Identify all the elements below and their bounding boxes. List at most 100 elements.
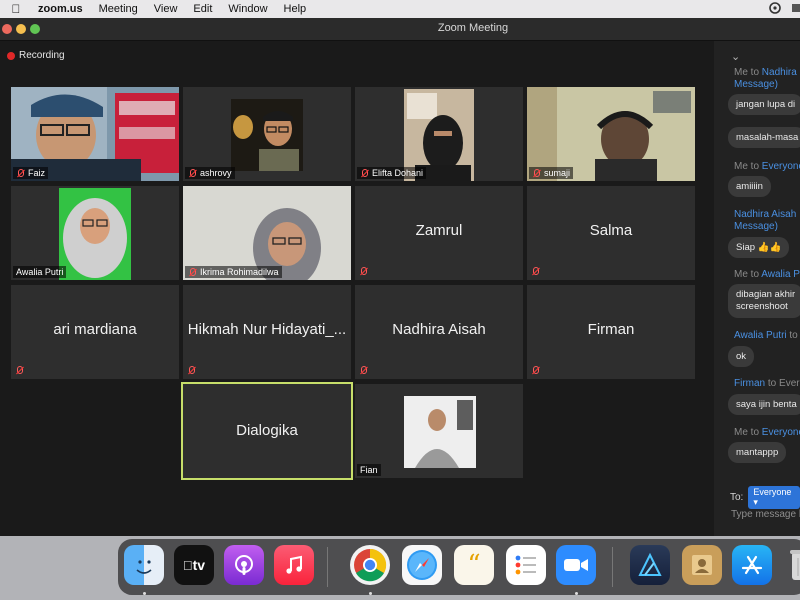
trash-icon[interactable] <box>782 545 800 585</box>
participant-name: Faiz <box>28 168 46 178</box>
participant-tile-hikmah-nur-hidayati[interactable]: Hikmah Nur Hidayati_... <box>183 285 351 379</box>
reminders-icon[interactable] <box>506 545 546 585</box>
participant-name: Fian <box>360 465 378 475</box>
muted-mic-icon <box>188 267 197 277</box>
recording-label: Recording <box>19 50 65 61</box>
participant-tile-fian[interactable]: Fian <box>355 384 523 478</box>
zoom-icon[interactable] <box>556 545 596 585</box>
music-icon[interactable] <box>274 545 314 585</box>
menu-app-name[interactable]: zoom.us <box>38 3 83 15</box>
participant-name: Ikrima Rohimadilwa <box>200 267 279 277</box>
chat-message-meta: Nadhira Aisah <box>734 209 797 220</box>
participant-name: ari mardiana <box>53 321 137 338</box>
menu-view[interactable]: View <box>154 3 178 15</box>
participant-name-label: Elifta Dohani <box>357 167 427 179</box>
running-indicator <box>369 592 372 595</box>
chat-recipient-dropdown[interactable]: Everyone ▾ <box>748 486 800 509</box>
chrome-icon[interactable] <box>350 545 390 585</box>
chat-message-meta: Me to Nadhira <box>734 67 797 78</box>
participant-name-label: Awalia Putri <box>13 266 67 278</box>
menu-help[interactable]: Help <box>284 3 307 15</box>
chat-message-bubble: mantappp <box>728 442 787 463</box>
participant-name: Hikmah Nur Hidayati_... <box>187 321 347 338</box>
participant-name-label: Fian <box>357 464 381 476</box>
participant-name: sumaji <box>544 168 571 178</box>
chat-recipient-row: To: Everyone ▾ <box>730 486 800 509</box>
participant-name: Firman <box>587 321 635 338</box>
running-indicator <box>575 592 578 595</box>
participant-tile-zamrul[interactable]: Zamrul <box>355 186 523 280</box>
apple-logo-icon[interactable]:  <box>8 2 24 16</box>
participant-tile-elifta-dohani[interactable]: Elifta Dohani <box>355 87 523 181</box>
creative-cloud-icon[interactable] <box>768 1 782 17</box>
participant-name-label: ashrovy <box>185 167 235 179</box>
participant-name: Dialogika <box>236 422 298 439</box>
participant-name: Awalia Putri <box>16 267 64 277</box>
quotes-app-icon[interactable]: “ <box>454 545 494 585</box>
chat-message-meta: Firman to Ever <box>734 378 800 389</box>
dock-separator <box>327 547 328 587</box>
muted-mic-icon <box>359 366 368 375</box>
chat-message-meta-line2: Message) <box>734 79 778 90</box>
muted-mic-icon <box>360 168 369 178</box>
dock-separator <box>612 547 613 587</box>
apple-tv-icon[interactable]: tv <box>174 545 214 585</box>
chat-message-meta: Me to Everyone <box>734 427 800 438</box>
video-gallery: Recording Faiz ashrovy Elifta Dohani sum… <box>0 41 713 536</box>
running-indicator <box>143 592 146 595</box>
menu-bar:  zoom.us Meeting View Edit Window Help <box>0 0 800 18</box>
participant-name: Elifta Dohani <box>372 168 424 178</box>
desktop-background: tv “ <box>0 536 800 600</box>
muted-mic-icon <box>532 168 541 178</box>
podcasts-icon[interactable] <box>224 545 264 585</box>
affinity-designer-icon[interactable] <box>630 545 670 585</box>
chat-to-label: To: <box>730 492 744 503</box>
participant-tile-sumaji[interactable]: sumaji <box>527 87 695 181</box>
status-bar-icon[interactable] <box>792 2 800 17</box>
window-title: Zoom Meeting <box>437 22 509 34</box>
finder-icon[interactable] <box>124 545 164 585</box>
chat-message-meta: Me to Everyone <box>734 161 800 172</box>
chat-message-meta: Me to Awalia P <box>734 269 800 280</box>
participant-tile-ari-mardiana[interactable]: ari mardiana <box>11 285 179 379</box>
participant-tile-nadhira-aisah[interactable]: Nadhira Aisah <box>355 285 523 379</box>
muted-mic-icon <box>15 366 24 375</box>
muted-mic-icon <box>16 168 25 178</box>
participant-name-label: Ikrima Rohimadilwa <box>185 266 282 278</box>
chat-message-bubble: Siap 👍👍 <box>728 237 790 258</box>
participant-name: Salma <box>589 222 633 239</box>
recording-indicator[interactable]: Recording <box>7 50 65 61</box>
chat-message-bubble: amiiiin <box>728 176 771 197</box>
participant-name-label: Faiz <box>13 167 49 179</box>
menu-edit[interactable]: Edit <box>193 3 212 15</box>
participant-tile-awalia-putri[interactable]: Awalia Putri <box>11 186 179 280</box>
dock: tv “ <box>118 539 800 595</box>
safari-icon[interactable] <box>402 545 442 585</box>
menu-meeting[interactable]: Meeting <box>99 3 138 15</box>
chat-message-meta: Awalia Putri to <box>734 330 798 341</box>
chat-message-bubble: jangan lupa di <box>728 94 800 115</box>
participant-tile-ashrovy[interactable]: ashrovy <box>183 87 351 181</box>
menu-window[interactable]: Window <box>228 3 267 15</box>
participant-name: ashrovy <box>200 168 232 178</box>
chat-message-bubble: ok <box>728 346 755 367</box>
participant-tile-ikrima-rohimadilwa[interactable]: Ikrima Rohimadilwa <box>183 186 351 280</box>
muted-mic-icon <box>359 267 368 276</box>
chevron-down-icon[interactable]: ⌄ <box>731 50 740 63</box>
muted-mic-icon <box>531 267 540 276</box>
participant-tile-faiz[interactable]: Faiz <box>11 87 179 181</box>
contacts-icon[interactable] <box>682 545 722 585</box>
chat-message-bubble: saya ijin benta <box>728 394 800 415</box>
chat-message-input[interactable]: Type message h <box>731 509 800 520</box>
chat-message-meta-line2: Message) <box>734 221 778 232</box>
app-store-icon[interactable] <box>732 545 772 585</box>
chat-message-bubble: dibagian akhir screenshoot <box>728 284 800 318</box>
muted-mic-icon <box>188 168 197 178</box>
participant-tile-firman[interactable]: Firman <box>527 285 695 379</box>
chat-panel: ⌄ Me to Nadhira Message) jangan lupa di … <box>714 41 800 536</box>
participant-tile-salma[interactable]: Salma <box>527 186 695 280</box>
window-title-bar: Zoom Meeting <box>0 18 800 41</box>
participant-tile-dialogika[interactable]: Dialogika <box>181 382 353 480</box>
participant-name: Nadhira Aisah <box>392 321 486 338</box>
muted-mic-icon <box>187 366 196 375</box>
